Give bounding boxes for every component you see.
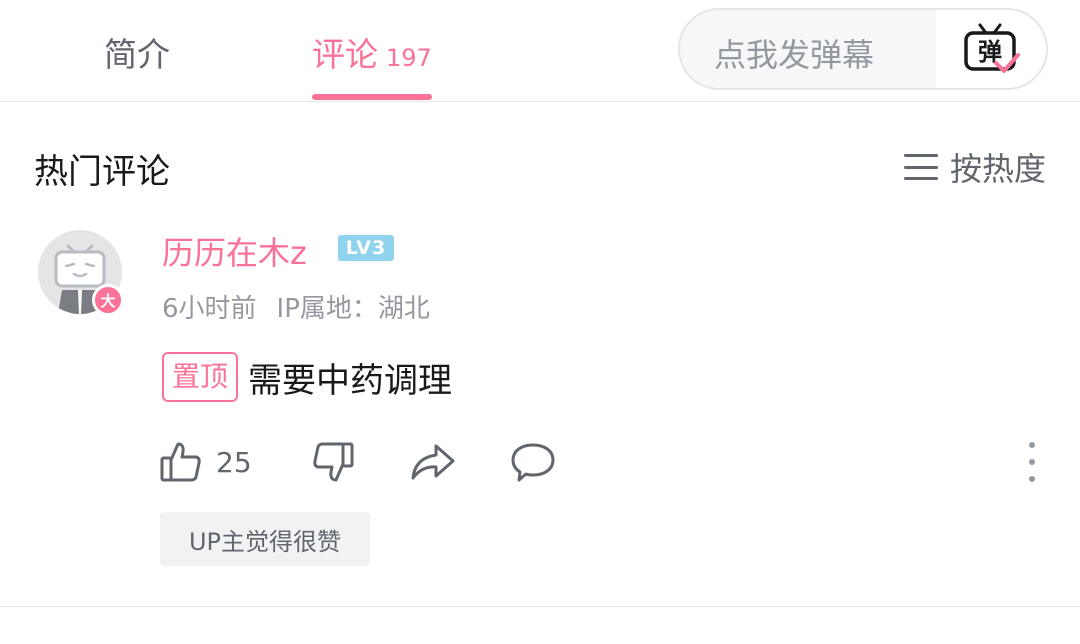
up-liked-tag: UP主觉得很赞 bbox=[160, 512, 370, 566]
share-icon bbox=[411, 444, 455, 480]
top-tab-bar: 简介 评论 197 点我发弹幕 弹 bbox=[0, 0, 1080, 102]
active-tab-indicator bbox=[312, 94, 432, 100]
tab-comments-label: 评论 bbox=[312, 35, 378, 74]
comment-text: 需要中药调理 bbox=[248, 360, 453, 401]
danmaku-input[interactable]: 点我发弹幕 弹 bbox=[678, 8, 1048, 90]
dislike-button[interactable] bbox=[312, 436, 354, 488]
reply-button[interactable] bbox=[510, 436, 556, 488]
thumbs-up-icon bbox=[160, 442, 201, 482]
comment-actions: 25 bbox=[160, 436, 1040, 488]
divider bbox=[0, 606, 1080, 607]
like-button[interactable]: 25 bbox=[160, 436, 252, 488]
comment-content: 置顶 需要中药调理 bbox=[162, 352, 452, 402]
menu-lines-icon bbox=[903, 154, 938, 180]
comment-ip-location: IP属地：湖北 bbox=[276, 294, 430, 324]
comment-username[interactable]: 历历在木z bbox=[162, 228, 307, 274]
danmaku-icon-glyph: 弹 bbox=[978, 38, 1002, 66]
danmaku-toggle-button[interactable]: 弹 bbox=[936, 10, 1046, 88]
tab-intro-label: 简介 bbox=[104, 35, 170, 74]
hot-comments-title: 热门评论 bbox=[34, 152, 170, 192]
share-button[interactable] bbox=[410, 436, 456, 488]
thumbs-down-icon bbox=[313, 442, 354, 482]
tv-danmaku-icon: 弹 bbox=[964, 23, 1020, 73]
comments-count: 197 bbox=[386, 44, 432, 72]
comment-meta: 6小时前 IP属地：湖北 bbox=[162, 288, 430, 325]
comment-time: 6小时前 bbox=[162, 294, 257, 324]
sort-label: 按热度 bbox=[949, 150, 1046, 188]
sort-button[interactable]: 按热度 bbox=[903, 144, 1046, 190]
tab-comments[interactable]: 评论 197 bbox=[312, 28, 432, 74]
danmaku-placeholder: 点我发弹幕 bbox=[714, 36, 875, 74]
reply-icon bbox=[511, 443, 555, 482]
more-vertical-icon[interactable] bbox=[1024, 442, 1040, 482]
level-badge: LV3 bbox=[338, 235, 394, 261]
tab-intro[interactable]: 简介 bbox=[104, 28, 170, 74]
vip-badge: 大 bbox=[92, 284, 124, 316]
like-count: 25 bbox=[216, 445, 252, 479]
pinned-tag: 置顶 bbox=[162, 352, 239, 402]
